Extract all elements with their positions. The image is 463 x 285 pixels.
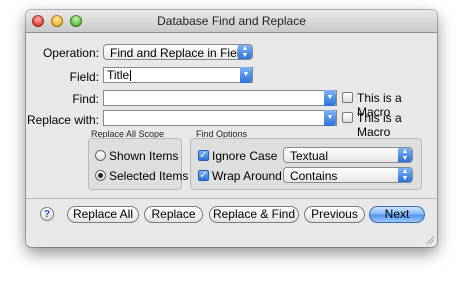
ignore-case-checkbox[interactable]: ✓ [198, 150, 209, 161]
replace-all-button[interactable]: Replace All [67, 206, 139, 223]
wrap-around-label: Wrap Around [212, 169, 282, 183]
updown-arrows-icon: ▲ ▼ [238, 45, 252, 59]
shown-items-label: Shown Items [109, 149, 179, 163]
resize-grip-icon[interactable] [425, 235, 434, 244]
help-button[interactable]: ? [40, 207, 54, 221]
zoom-window-icon[interactable] [70, 15, 82, 27]
wrap-around-mode-popup[interactable]: Contains ▲ ▼ [283, 167, 413, 183]
replace-and-find-button[interactable]: Replace & Find [209, 206, 299, 223]
shown-items-radio[interactable] [95, 150, 106, 161]
wrap-around-mode-value: Contains [290, 169, 338, 183]
replace-with-field[interactable]: ▼ [103, 110, 337, 126]
updown-arrows-icon: ▲ ▼ [398, 148, 412, 162]
replace-with-label: Replace with: [26, 113, 99, 127]
selected-items-radio[interactable] [95, 170, 106, 181]
replace-macro-checkbox[interactable] [342, 112, 353, 123]
find-dropdown-icon[interactable]: ▼ [324, 90, 336, 106]
divider [26, 198, 437, 199]
minimize-window-icon[interactable] [51, 15, 63, 27]
combo-dropdown-icon[interactable]: ▼ [240, 67, 252, 83]
next-button[interactable]: Next [369, 206, 425, 223]
field-value: Title [107, 68, 130, 82]
find-macro-checkbox[interactable] [342, 92, 353, 103]
field-label: Field: [69, 70, 99, 84]
wrap-around-checkbox[interactable]: ✓ [198, 170, 209, 181]
operation-label: Operation: [42, 46, 99, 60]
operation-popup[interactable]: Find and Replace in Field ▲ ▼ [103, 44, 253, 60]
field-combo[interactable]: Title ▼ [103, 67, 253, 83]
find-replace-window: Database Find and Replace Operation: Fin… [26, 10, 437, 247]
replace-dropdown-icon[interactable]: ▼ [324, 110, 336, 126]
find-field[interactable]: ▼ [103, 90, 337, 106]
text-caret [130, 70, 132, 81]
previous-button[interactable]: Previous [304, 206, 365, 223]
find-label: Find: [72, 92, 99, 106]
selected-items-label: Selected Items [109, 169, 189, 183]
ignore-case-label: Ignore Case [212, 149, 278, 163]
operation-value: Find and Replace in Field [110, 46, 247, 60]
replace-button[interactable]: Replace [144, 206, 203, 223]
title-bar[interactable]: Database Find and Replace [26, 10, 437, 33]
ignore-case-mode-value: Textual [290, 149, 329, 163]
window-title: Database Find and Replace [157, 14, 306, 28]
ignore-case-mode-popup[interactable]: Textual ▲ ▼ [283, 147, 413, 163]
replace-macro-label: This is a Macro [357, 111, 402, 139]
updown-arrows-icon: ▲ ▼ [398, 168, 412, 182]
close-window-icon[interactable] [32, 15, 44, 27]
